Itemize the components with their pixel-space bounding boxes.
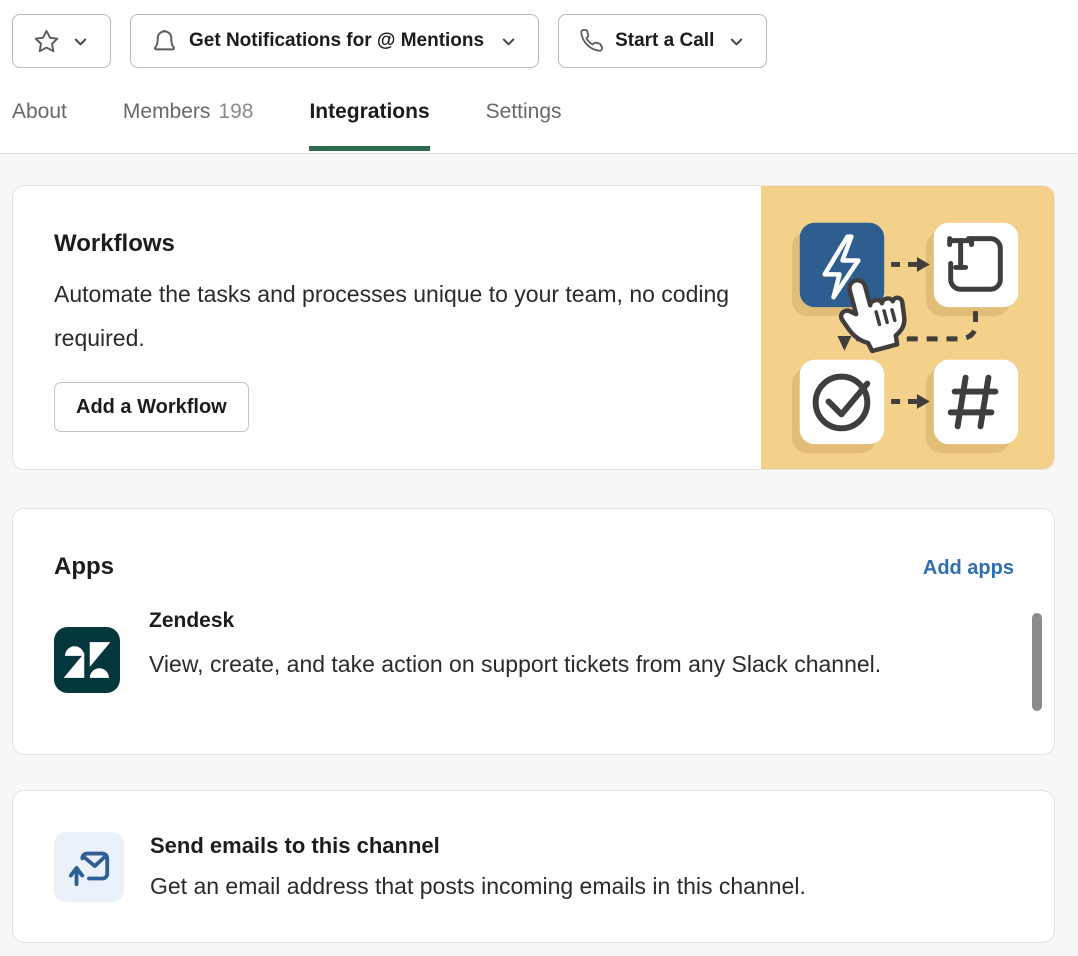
send-emails-description: Get an email address that posts incoming… — [150, 870, 806, 903]
text-snippet-tile — [934, 223, 1018, 307]
check-tile — [800, 360, 884, 444]
workflows-title: Workflows — [54, 230, 761, 258]
star-channel-button[interactable] — [12, 14, 111, 68]
notifications-button-label: Get Notifications for @ Mentions — [189, 30, 484, 52]
phone-icon — [579, 29, 604, 54]
hash-tile — [934, 360, 1018, 444]
app-name: Zendesk — [149, 607, 881, 634]
start-call-button[interactable]: Start a Call — [558, 14, 767, 68]
tab-about[interactable]: About — [12, 99, 67, 151]
members-count: 198 — [218, 99, 253, 125]
apps-title: Apps — [54, 553, 114, 581]
chevron-down-icon — [499, 32, 518, 51]
toolbar: Get Notifications for @ Mentions Start a… — [0, 0, 1078, 68]
call-button-label: Start a Call — [615, 30, 714, 52]
star-icon — [33, 28, 60, 55]
tab-members[interactable]: Members198 — [123, 99, 254, 151]
workflows-description: Automate the tasks and processes unique … — [54, 272, 734, 360]
send-emails-title: Send emails to this channel — [150, 831, 806, 860]
add-apps-link[interactable]: Add apps — [923, 557, 1014, 580]
channel-details-header: Get Notifications for @ Mentions Start a… — [0, 0, 1078, 154]
workflows-card: Workflows Automate the tasks and process… — [12, 185, 1055, 470]
notification-preferences-button[interactable]: Get Notifications for @ Mentions — [130, 14, 539, 68]
send-emails-card[interactable]: Send emails to this channel Get an email… — [12, 790, 1055, 943]
chevron-down-icon — [71, 32, 90, 51]
app-row-zendesk[interactable]: Zendesk View, create, and take action on… — [54, 601, 1014, 693]
add-workflow-button[interactable]: Add a Workflow — [54, 382, 249, 432]
apps-scrollbar[interactable] — [1032, 613, 1042, 711]
tab-integrations[interactable]: Integrations — [309, 99, 429, 151]
zendesk-logo — [54, 627, 120, 693]
channel-details-tabs: About Members198 Integrations Settings — [12, 99, 1078, 151]
lightning-tile — [800, 223, 884, 307]
bell-icon — [151, 28, 178, 55]
workflows-illustration — [761, 186, 1054, 469]
apps-card: Apps Add apps Zende — [12, 508, 1055, 755]
apps-list: Zendesk View, create, and take action on… — [54, 601, 1014, 703]
tab-settings[interactable]: Settings — [486, 99, 562, 151]
integrations-panel: Workflows Automate the tasks and process… — [0, 154, 1078, 943]
app-description: View, create, and take action on support… — [149, 642, 881, 686]
chevron-down-icon — [727, 32, 746, 51]
incoming-email-icon — [54, 832, 124, 902]
